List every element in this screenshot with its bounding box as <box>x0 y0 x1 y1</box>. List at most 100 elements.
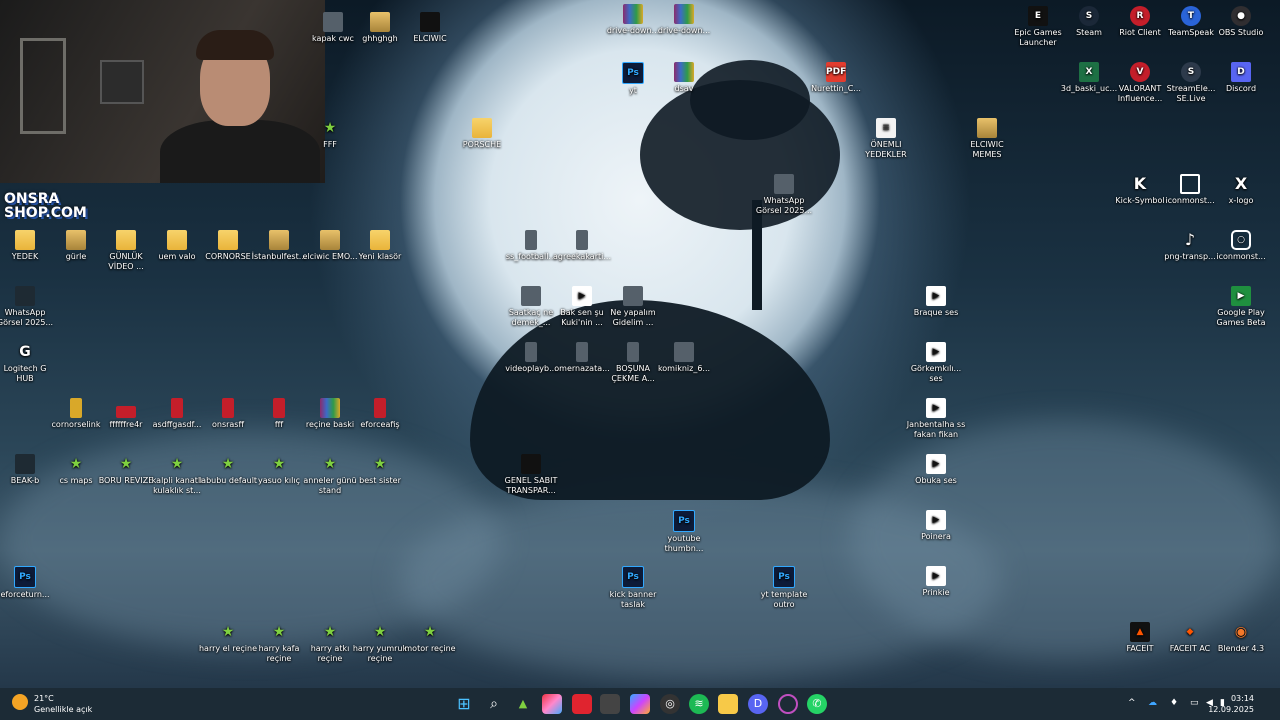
stl-icon: ★ <box>69 456 83 472</box>
app-taskbar-icon[interactable] <box>778 694 798 714</box>
onedrive-icon[interactable]: ☁ <box>1148 698 1157 708</box>
desktop-icon-elciwic[interactable]: ELCIWIC <box>400 12 460 44</box>
desktop-icon-whatsapp-left[interactable]: WhatsApp Görsel 2025... <box>0 286 55 328</box>
icon-label: BEAK-b <box>10 476 40 485</box>
desktop-file[interactable]: ★ best sister <box>350 454 410 486</box>
file-explorer-icon[interactable] <box>718 694 738 714</box>
psd-icon: Ps <box>673 510 695 532</box>
desktop-file[interactable]: ▶ Janbentalha ss fakan fikan <box>906 398 966 440</box>
app-taskbar-icon[interactable]: ◎ <box>660 694 680 714</box>
desktop-icon-onemli-yedekler[interactable]: ≡ ÖNEMLI YEDEKLER <box>856 118 916 160</box>
desktop-file[interactable]: ▶ Görkemkılı... ses <box>906 342 966 384</box>
icon-label: Kick-Symbol <box>1115 196 1165 205</box>
icon-label: BORU REVIZE <box>98 476 154 485</box>
icon-label: FACEIT AC <box>1169 644 1211 653</box>
rar-icon <box>320 398 340 418</box>
desktop-file[interactable]: ▶ Poinera <box>906 510 966 542</box>
icon-label: kalpli kanatlı kulaklık st... <box>151 476 203 495</box>
video-icon: ▶ <box>926 342 946 362</box>
icon-label: Steam <box>1076 28 1102 37</box>
desktop-file[interactable]: komikniz_6... <box>654 342 714 374</box>
spotify-icon[interactable]: ≋ <box>689 694 709 714</box>
desktop-icon-google-play-games[interactable]: ▶ Google Play Games Beta <box>1211 286 1271 328</box>
desktop-icon-drive-download-2[interactable]: drive-down... <box>654 4 714 36</box>
desktop-icon-nurettin[interactable]: PDF Nurettin_C... <box>806 62 866 94</box>
file-icon <box>70 398 82 418</box>
video-icon: ▶ <box>926 566 946 586</box>
desktop-file[interactable]: ▶ Prinkie <box>906 566 966 598</box>
start-button[interactable]: ⊞ <box>454 694 474 714</box>
stl-icon: ★ <box>373 456 387 472</box>
copilot-icon[interactable] <box>630 694 650 714</box>
chevron-up-icon[interactable]: ^ <box>1128 698 1136 708</box>
desktop-file[interactable]: ▶ Obuka ses <box>906 454 966 486</box>
icon-label: Google Play Games Beta <box>1216 308 1266 327</box>
icon-label: YEDEK <box>11 252 39 261</box>
network-icon[interactable]: ▭ <box>1190 698 1199 708</box>
icon-label: Bak sen şu Kuki'nin ... <box>560 308 604 327</box>
icon-label: drive-down... <box>606 26 660 35</box>
desktop-icon-x-logo[interactable]: Xx-logo <box>1211 174 1271 206</box>
icon-label: Discord <box>1225 84 1257 93</box>
icon-label: yt template outro <box>760 590 808 609</box>
icon-label: dsav <box>674 84 694 93</box>
icon-label: komikniz_6... <box>657 364 711 373</box>
desktop-icon-whatsapp-center[interactable]: WhatsApp Görsel 2025... <box>754 174 814 216</box>
app-taskbar-icon[interactable] <box>542 694 562 714</box>
desktop-icon-yt-template[interactable]: Ps yt template outro <box>754 566 814 610</box>
discord-taskbar-icon[interactable]: D <box>748 694 768 714</box>
desktop-file[interactable]: Ne yapalım Gidelim ... <box>603 286 663 328</box>
desktop-file[interactable]: ▶ Braque ses <box>906 286 966 318</box>
epic-games-icon: E <box>1028 6 1048 26</box>
icon-label: Nurettin_C... <box>811 84 861 93</box>
desktop-icon-obs[interactable]: ● OBS Studio <box>1211 6 1271 38</box>
desktop-icon-genel-sabit[interactable]: GENEL SABIT TRANSPAR... <box>501 454 561 496</box>
icon-label: Ne yapalım Gidelim ... <box>610 308 656 327</box>
icon-label: WhatsApp Görsel 2025... <box>755 196 813 215</box>
blender-icon: ◉ <box>1234 624 1248 640</box>
image-icon <box>627 342 639 362</box>
search-icon[interactable]: ⌕ <box>484 694 504 714</box>
desktop-icon-discord[interactable]: D Discord <box>1211 62 1271 94</box>
desktop-icon-iconmonst-instagram[interactable]: ○ iconmonst... <box>1211 230 1271 262</box>
app-taskbar-icon[interactable] <box>572 694 592 714</box>
microphone-icon[interactable]: ♦ <box>1170 698 1178 708</box>
desktop-folder[interactable]: Yeni klasör <box>350 230 410 262</box>
desktop-icon-youtube-thumb[interactable]: Ps youtube thumbn... <box>654 510 714 554</box>
desktop-file[interactable]: eforceafiş <box>350 398 410 430</box>
app-taskbar-icon[interactable] <box>600 694 620 714</box>
desktop-icon-eforceturn[interactable]: Ps eforceturn... <box>0 566 55 600</box>
video-icon: ▶ <box>926 510 946 530</box>
stl-icon: ★ <box>170 456 184 472</box>
psd-icon: Ps <box>622 566 644 588</box>
icon-label: BOŞUNA ÇEKME A... <box>611 364 655 383</box>
image-icon <box>15 286 35 306</box>
desktop-icon-fff-top[interactable]: ★ FFF <box>300 118 360 150</box>
icon-label: kapak cwc <box>312 34 354 43</box>
desktop-icon-elciwic-memes[interactable]: ELCIWIC MEMES <box>957 118 1017 160</box>
clock[interactable]: 03:14 12.09.2025 <box>1208 693 1254 715</box>
icon-label: Saatkaç ne demek_... <box>508 308 554 327</box>
desktop-icon-dsav[interactable]: dsav <box>654 62 714 94</box>
folder-icon <box>15 230 35 250</box>
stl-icon: ★ <box>272 456 286 472</box>
desktop-icon-porsche[interactable]: PORSCHE <box>452 118 512 150</box>
rar-icon <box>273 398 285 418</box>
icon-label: uem valo <box>158 252 196 261</box>
icon-label: Yeni klasör <box>358 252 402 261</box>
rar-icon <box>674 62 694 82</box>
image-icon <box>674 342 694 362</box>
riot-icon: R <box>1130 6 1150 26</box>
icon-label: fff <box>274 420 284 429</box>
psd-icon: Ps <box>773 566 795 588</box>
desktop-file[interactable]: ★ motor reçine <box>400 622 460 654</box>
app-taskbar-icon[interactable]: ▲ <box>513 694 533 714</box>
desktop-file[interactable]: agreekakarti... <box>552 230 612 262</box>
document-icon: ≡ <box>876 118 896 138</box>
desktop-icon-kick-banner[interactable]: Ps kick banner taslak <box>603 566 663 610</box>
desktop-icon-logitech[interactable]: G Logitech G HUB <box>0 342 55 384</box>
desktop-icon-blender[interactable]: ◉ Blender 4.3 <box>1211 622 1271 654</box>
stl-icon: ★ <box>272 624 286 640</box>
whatsapp-icon[interactable]: ✆ <box>807 694 827 714</box>
icon-label: anneler günü stand <box>303 476 357 495</box>
